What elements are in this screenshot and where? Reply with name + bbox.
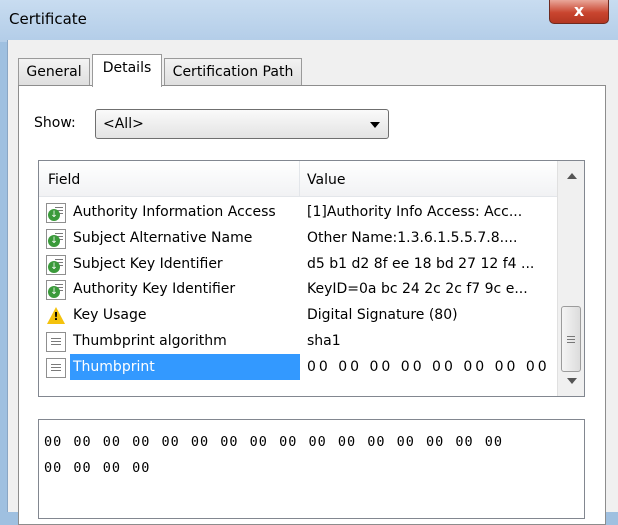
certificate-extension-icon: ↓	[46, 229, 66, 249]
field-name: Thumbprint algorithm	[73, 333, 227, 349]
warning-icon: !	[46, 306, 66, 326]
scrollbar-thumb[interactable]	[561, 306, 581, 372]
table-row[interactable]: ↓ Authority Information Access [1]Author…	[39, 199, 557, 225]
detail-line: 00 00 00 00	[44, 460, 151, 476]
field-name: Authority Key Identifier	[73, 281, 236, 297]
column-header-field[interactable]: Field	[48, 172, 80, 188]
detail-line: 00 00 00 00 00 00 00 00 00 00 00 00 00 0…	[44, 434, 504, 450]
column-header-value[interactable]: Value	[307, 172, 345, 188]
tab-label: Details	[102, 60, 152, 76]
field-value: Other Name:1.3.6.1.5.5.7.8....	[307, 230, 518, 246]
field-value: KeyID=0a bc 24 2c 2c f7 9c e...	[307, 281, 528, 297]
property-icon	[46, 358, 66, 378]
field-name: Key Usage	[73, 307, 147, 323]
listview-header: Field Value	[39, 161, 557, 197]
title-bar: Certificate x	[0, 0, 618, 42]
column-divider[interactable]	[299, 161, 300, 196]
field-name: Subject Alternative Name	[73, 230, 253, 246]
certificate-extension-icon: ↓	[46, 255, 66, 275]
show-dropdown[interactable]: <All>	[95, 109, 389, 139]
close-button[interactable]: x	[549, 0, 609, 24]
grip-icon	[567, 336, 575, 337]
tab-general[interactable]: General	[18, 58, 90, 86]
table-row[interactable]: ↓ Authority Key Identifier KeyID=0a bc 2…	[39, 276, 557, 302]
table-row[interactable]: ! Key Usage Digital Signature (80)	[39, 302, 557, 328]
show-label: Show:	[34, 115, 76, 131]
field-name: Subject Key Identifier	[73, 256, 223, 272]
certificate-extension-icon: ↓	[46, 280, 66, 300]
chevron-down-icon	[370, 122, 380, 128]
scroll-up-icon[interactable]	[567, 173, 577, 179]
table-row-selected[interactable]: Thumbprint 00 00 00 00 00 00 00 00	[39, 354, 557, 380]
table-row[interactable]: ↓ Subject Key Identifier d5 b1 d2 8f ee …	[39, 251, 557, 277]
close-icon: x	[573, 1, 585, 20]
value-detail-textbox[interactable]: 00 00 00 00 00 00 00 00 00 00 00 00 00 0…	[38, 419, 585, 519]
field-value: Digital Signature (80)	[307, 307, 458, 323]
field-value: [1]Authority Info Access: Acc...	[307, 204, 523, 220]
certificate-extension-icon: ↓	[46, 203, 66, 223]
field-value: sha1	[307, 333, 341, 349]
field-name: Authority Information Access	[73, 204, 276, 220]
show-dropdown-value: <All>	[103, 116, 144, 132]
table-row[interactable]: Thumbprint algorithm sha1	[39, 328, 557, 354]
field-value: 00 00 00 00 00 00 00 00	[307, 359, 550, 375]
property-icon	[46, 332, 66, 352]
vertical-scrollbar[interactable]	[557, 161, 584, 396]
field-name: Thumbprint	[73, 359, 155, 375]
detail-text: 00 00 00 00 00 00 00 00 00 00 00 00 00 0…	[44, 429, 544, 481]
field-value: d5 b1 d2 8f ee 18 bd 27 12 f4 ...	[307, 256, 535, 272]
window-title: Certificate	[9, 10, 87, 28]
tab-label: Certification Path	[172, 64, 294, 80]
fields-listview[interactable]: Field Value ↓ Authority Information Acce…	[38, 160, 585, 397]
scroll-down-icon[interactable]	[567, 378, 577, 384]
tab-certification-path[interactable]: Certification Path	[164, 58, 302, 86]
table-row[interactable]: ↓ Subject Alternative Name Other Name:1.…	[39, 225, 557, 251]
tab-label: General	[26, 64, 82, 80]
tab-details[interactable]: Details	[92, 54, 162, 87]
